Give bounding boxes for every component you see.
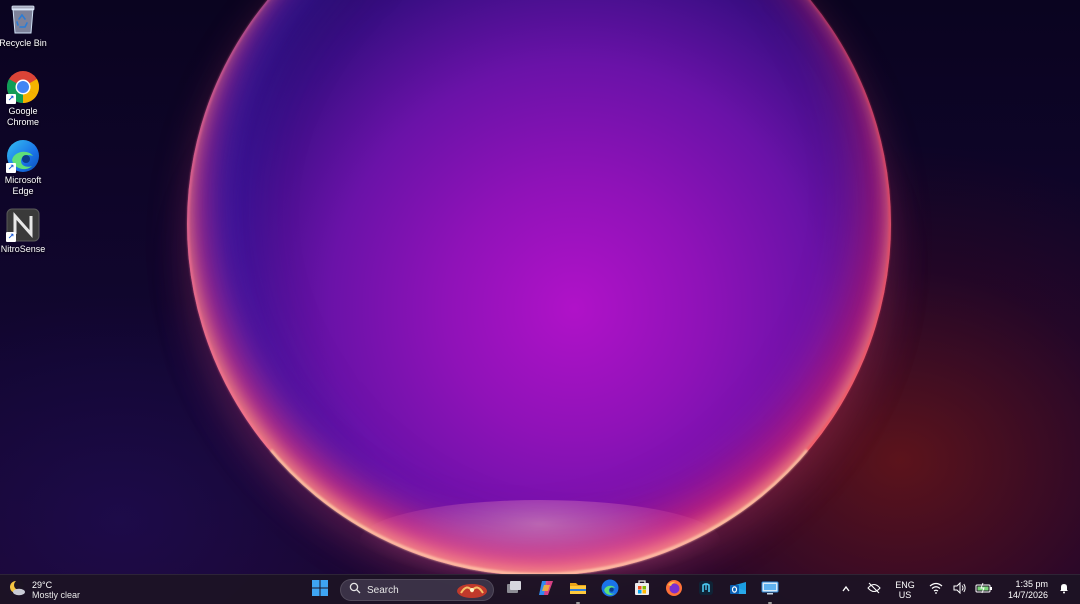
desktop-icon-label: Recycle Bin [0,38,47,48]
shortcut-arrow-icon: ↗ [6,163,16,173]
desktop-icon-microsoft-edge[interactable]: ↗ Microsoft Edge [0,139,46,197]
keyboard-layout: US [898,590,912,600]
volume-button[interactable] [950,580,970,600]
dark-app-button[interactable] [694,578,718,602]
onedrive-paused-button[interactable] [864,580,884,600]
copilot-button[interactable] [534,578,558,602]
weather-temperature: 29°C [32,579,53,590]
battery-button[interactable] [974,580,994,600]
notification-bell-icon [1058,581,1070,599]
nitrosense-icon: ↗ [6,208,40,242]
task-view-button[interactable] [502,578,526,602]
network-button[interactable] [926,580,946,600]
desktop-icon-label: NitroSense [0,244,46,254]
remote-desktop-icon [761,579,779,602]
file-explorer-button[interactable] [566,578,590,604]
outlook-icon [729,579,747,602]
eye-off-icon [867,581,881,599]
edge-icon: ↗ [6,139,40,173]
remote-desktop-button[interactable] [758,578,782,604]
taskbar-search[interactable]: Search [340,579,494,601]
input-language-indicator[interactable]: ENG US [892,580,918,600]
edge-icon [601,579,619,602]
start-button[interactable] [308,578,332,602]
shortcut-arrow-icon: ↗ [6,94,16,104]
firefox-button[interactable] [662,578,686,602]
desktop-icon-label: Google Chrome [6,106,39,127]
desktop-icon-google-chrome[interactable]: ↗ Google Chrome [0,70,46,128]
wifi-icon [929,581,943,599]
search-label: Search [367,584,399,596]
desktop: Recycle Bin ↗ Google Chrome ↗ Microsoft … [0,0,1080,604]
clock[interactable]: 1:35 pm 14/7/2026 [1002,579,1048,601]
outlook-button[interactable] [726,578,750,602]
language-code: ENG [895,580,915,590]
recycle-bin-icon [6,2,40,36]
desktop-icon-nitrosense[interactable]: ↗ NitroSense [0,208,46,255]
chevron-up-icon [841,581,851,599]
desktop-icon-label: Microsoft Edge [4,175,42,196]
folder-icon [569,579,587,602]
wallpaper-orb-light [360,500,720,580]
taskbar-center: Search [308,578,782,604]
system-tray: ENG US 1:35 pm 14/7/2026 [834,575,1080,604]
copilot-icon [537,579,555,602]
battery-charging-icon [975,581,993,599]
taskbar: 29°C Mostly clear Search ENG US 1:35 pm … [0,574,1080,604]
notifications-button[interactable] [1054,580,1074,600]
moon-cloud-icon [8,579,26,602]
desktop-icon-recycle-bin[interactable]: Recycle Bin [0,2,47,49]
weather-description: Mostly clear [32,589,81,600]
dark-app-icon [697,579,715,602]
search-highlight-icon [455,581,489,604]
weather-widget[interactable]: 29°C Mostly clear [8,578,80,602]
clock-date: 14/7/2026 [1007,590,1048,600]
windows-start-icon [311,579,329,602]
clock-time: 1:35 pm [1015,579,1048,589]
chrome-icon: ↗ [6,70,40,104]
speaker-icon [953,581,967,599]
store-button[interactable] [630,578,654,602]
edge-taskbar-button[interactable] [598,578,622,602]
search-icon [349,581,361,599]
show-hidden-icons-button[interactable] [836,580,856,600]
firefox-icon [665,579,683,602]
store-icon [633,579,651,602]
task-view-icon [505,579,523,602]
shortcut-arrow-icon: ↗ [6,232,16,242]
